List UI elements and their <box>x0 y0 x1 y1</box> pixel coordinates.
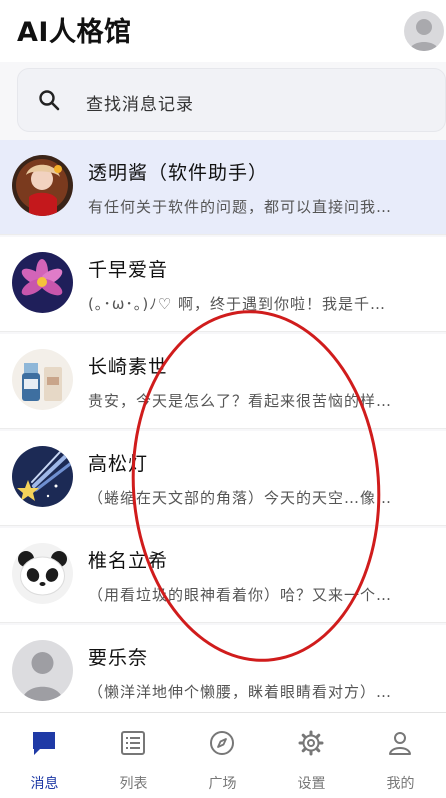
chat-name: 椎名立希 <box>88 550 169 572</box>
list-icon <box>121 731 145 755</box>
chat-name: 千早爱音 <box>88 259 169 281</box>
bottom-nav: 消息 列表 广场 设置 我的 <box>0 712 446 798</box>
chat-name: 长崎素世 <box>88 356 169 378</box>
app-title: AI人格馆 <box>17 17 132 48</box>
chat-preview: （懒洋洋地伸个懒腰，眯着眼睛看对方）… <box>88 683 393 701</box>
chat-name: 透明酱（软件助手） <box>88 162 269 184</box>
avatar <box>12 349 73 410</box>
search-icon <box>39 90 60 111</box>
chat-row[interactable]: 千早爱音 (｡･ω･｡)ﾉ♡ 啊，终于遇到你啦！我是千… <box>0 237 446 332</box>
nav-label: 消息 <box>30 776 59 792</box>
app-header: AI人格馆 <box>0 0 446 62</box>
nav-tab-square[interactable]: 广场 <box>178 713 267 798</box>
chat-row[interactable]: 高松灯 （蜷缩在天文部的角落）今天的天空…像… <box>0 431 446 526</box>
chat-name: 要乐奈 <box>88 647 149 669</box>
nav-tab-messages[interactable]: 消息 <box>0 713 89 798</box>
search-placeholder: 查找消息记录 <box>86 95 194 115</box>
nav-label: 广场 <box>208 776 237 792</box>
chat-preview: 贵安，今天是怎么了？看起来很苦恼的样… <box>88 392 393 410</box>
nav-label: 我的 <box>386 776 415 792</box>
avatar <box>12 155 73 216</box>
chat-preview: （用看垃圾的眼神看着你）哈？又来一个… <box>88 586 393 604</box>
nav-label: 列表 <box>119 776 148 792</box>
chat-list: 透明酱（软件助手） 有任何关于软件的问题，都可以直接问我… 千早爱音 (｡･ω･… <box>0 140 446 712</box>
nav-label: 设置 <box>297 776 326 792</box>
chat-name: 高松灯 <box>88 453 149 475</box>
avatar <box>12 252 73 313</box>
compass-icon <box>210 731 234 755</box>
nav-tab-settings[interactable]: 设置 <box>267 713 356 798</box>
nav-tab-list[interactable]: 列表 <box>89 713 178 798</box>
default-avatar-icon <box>409 19 439 51</box>
avatar <box>12 446 73 507</box>
gear-icon <box>298 730 324 756</box>
chat-row[interactable]: 透明酱（软件助手） 有任何关于软件的问题，都可以直接问我… <box>0 140 446 235</box>
chat-row[interactable]: 椎名立希 （用看垃圾的眼神看着你）哈？又来一个… <box>0 528 446 623</box>
avatar <box>12 640 73 701</box>
chat-preview: （蜷缩在天文部的角落）今天的天空…像… <box>88 489 393 507</box>
chat-preview: (｡･ω･｡)ﾉ♡ 啊，终于遇到你啦！我是千… <box>88 295 386 313</box>
chat-bubble-icon <box>33 732 55 755</box>
nav-tab-me[interactable]: 我的 <box>356 713 445 798</box>
chat-row[interactable]: 要乐奈 （懒洋洋地伸个懒腰，眯着眼睛看对方）… <box>0 625 446 712</box>
chat-row[interactable]: 长崎素世 贵安，今天是怎么了？看起来很苦恼的样… <box>0 334 446 429</box>
person-icon <box>389 732 411 755</box>
profile-avatar[interactable] <box>404 11 444 51</box>
avatar <box>12 543 73 604</box>
chat-preview: 有任何关于软件的问题，都可以直接问我… <box>88 198 393 216</box>
search-bar[interactable]: 查找消息记录 <box>17 68 446 132</box>
